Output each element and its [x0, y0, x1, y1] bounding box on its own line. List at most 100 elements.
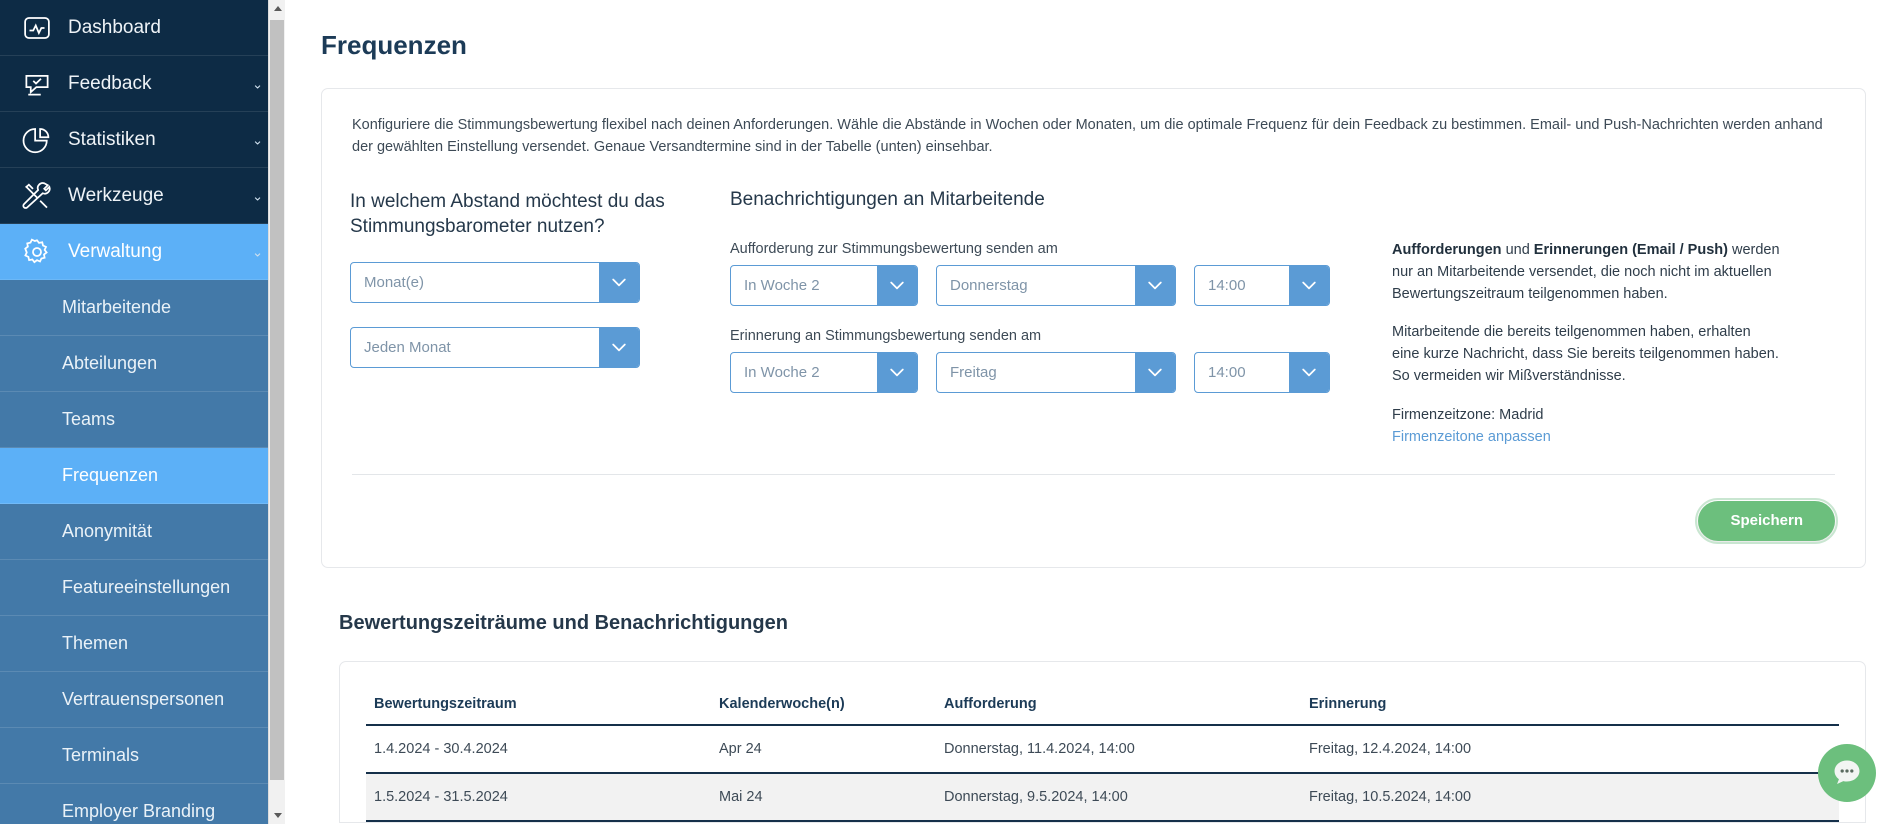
table-body: 1.4.2024 - 30.4.2024 Apr 24 Donnerstag, …	[366, 724, 1839, 822]
sidebar-item-statistiken[interactable]: Statistiken ⌄	[0, 112, 285, 168]
reminder-day-select[interactable]: Freitag	[936, 351, 1176, 393]
cell-erinnerung: Freitag, 12.4.2024, 14:00	[1301, 724, 1839, 774]
chevron-down-icon[interactable]	[1289, 352, 1329, 392]
chevron-down-icon[interactable]	[599, 262, 639, 302]
sidebar-subitem-label: Mitarbeitende	[62, 297, 172, 317]
request-time-select[interactable]: 14:00	[1194, 264, 1330, 306]
sidebar-item-employer-branding[interactable]: Employer Branding	[0, 784, 285, 824]
cell-bewertungszeitraum: 1.5.2024 - 31.5.2024	[366, 772, 711, 822]
scrollbar-thumb[interactable]	[270, 20, 284, 780]
request-week-select[interactable]: In Woche 2	[730, 264, 918, 306]
sidebar-item-feedback[interactable]: Feedback ⌄	[0, 56, 285, 112]
reminder-time-select[interactable]: 14:00	[1194, 351, 1330, 393]
request-day-select[interactable]: Donnerstag	[936, 264, 1176, 306]
sidebar-scrollbar[interactable]	[268, 0, 285, 824]
sidebar-subitem-label: Abteilungen	[62, 353, 158, 373]
info-paragraph-1: Aufforderungen und Erinnerungen (Email /…	[1392, 239, 1782, 306]
table-row: 1.4.2024 - 30.4.2024 Apr 24 Donnerstag, …	[366, 724, 1839, 774]
info-text-mid: und	[1501, 241, 1534, 258]
sidebar-subitem-label: Featureeinstellungen	[62, 577, 231, 597]
sidebar-item-werkzeuge[interactable]: Werkzeuge ⌄	[0, 168, 285, 224]
chevron-down-icon[interactable]	[599, 327, 639, 367]
sidebar-item-mitarbeitende[interactable]: Mitarbeitende	[0, 280, 285, 336]
feedback-icon	[20, 67, 54, 101]
reminder-select-row: In Woche 2 Freitag 14:00	[730, 351, 1370, 393]
sidebar-item-abteilungen[interactable]: Abteilungen	[0, 336, 285, 392]
chevron-down-icon: ⌄	[252, 188, 263, 203]
sidebar-item-verwaltung[interactable]: Verwaltung ⌄	[0, 224, 285, 280]
notifications-section-title: Benachrichtigungen an Mitarbeitende	[730, 188, 1045, 210]
sidebar-primary-nav: Dashboard Feedback ⌄ Statistiken ⌄ Werkz…	[0, 0, 285, 280]
settings-card: Konfiguriere die Stimmungsbewertung flex…	[321, 88, 1866, 568]
sidebar-item-terminals[interactable]: Terminals	[0, 728, 285, 784]
sidebar-item-anonymitaet[interactable]: Anonymität	[0, 504, 285, 560]
sidebar-item-teams[interactable]: Teams	[0, 392, 285, 448]
chat-button[interactable]	[1818, 744, 1876, 802]
save-row: Speichern	[350, 475, 1838, 545]
sidebar-item-frequenzen[interactable]: Frequenzen	[0, 448, 285, 504]
sidebar-subitem-label: Vertrauenspersonen	[62, 689, 225, 709]
interval-column: In welchem Abstand möchtest du das Stimm…	[350, 189, 730, 368]
table-row: 1.5.2024 - 31.5.2024 Mai 24 Donnerstag, …	[366, 772, 1839, 822]
sidebar-subitem-label: Themen	[62, 633, 129, 653]
sidebar-item-label: Verwaltung	[68, 240, 163, 262]
settings-columns: In welchem Abstand möchtest du das Stimm…	[350, 189, 1837, 446]
interval-unit-select[interactable]: Monat(e)	[350, 261, 640, 303]
chevron-down-icon: ⌄	[252, 76, 263, 91]
dashboard-icon	[20, 11, 54, 45]
sidebar-item-featureeinstellungen[interactable]: Featureeinstellungen	[0, 560, 285, 616]
column-header-erinnerung: Erinnerung	[1301, 683, 1839, 726]
scrollbar-up-arrow[interactable]	[269, 0, 285, 17]
tools-icon	[20, 179, 54, 213]
column-header-bewertungszeitraum: Bewertungszeitraum	[366, 683, 711, 726]
interval-frequency-value: Jeden Monat	[364, 338, 451, 356]
gear-icon	[20, 235, 54, 269]
interval-unit-value: Monat(e)	[364, 273, 425, 291]
table-head: Bewertungszeitraum Kalenderwoche(n) Auff…	[366, 683, 1839, 726]
column-header-kalenderwoche: Kalenderwoche(n)	[711, 683, 936, 726]
sidebar-secondary-nav: Mitarbeitende Abteilungen Teams Frequenz…	[0, 280, 285, 824]
sidebar-item-themen[interactable]: Themen	[0, 616, 285, 672]
table-header-row: Bewertungszeitraum Kalenderwoche(n) Auff…	[366, 683, 1839, 726]
chevron-down-icon[interactable]	[877, 352, 917, 392]
cell-kalenderwoche: Apr 24	[711, 724, 936, 774]
chevron-down-icon: ⌄	[252, 244, 263, 259]
chevron-down-icon[interactable]	[1289, 265, 1329, 305]
sidebar-subitem-label: Teams	[62, 409, 116, 429]
sidebar-subitem-label: Frequenzen	[62, 465, 159, 485]
scrollbar-down-arrow[interactable]	[269, 807, 285, 824]
chevron-down-icon[interactable]	[1135, 352, 1175, 392]
info-paragraph-2: Mitarbeitende die bereits teilgenommen h…	[1392, 324, 1779, 385]
cell-bewertungszeitraum: 1.4.2024 - 30.4.2024	[366, 724, 711, 774]
page-title: Frequenzen	[321, 30, 467, 60]
info-bold-aufforderungen: Aufforderungen	[1392, 241, 1502, 258]
notifications-column: Benachrichtigungen an Mitarbeitende Auff…	[730, 189, 1370, 393]
chevron-down-icon[interactable]	[1135, 265, 1175, 305]
main-content: Frequenzen Konfiguriere die Stimmungsbew…	[285, 0, 1902, 824]
timezone-adjust-link[interactable]: Firmenzeitone anpassen	[1392, 429, 1551, 445]
request-field-label: Aufforderung zur Stimmungsbewertung send…	[730, 240, 1058, 257]
table-card: Bewertungszeitraum Kalenderwoche(n) Auff…	[339, 660, 1866, 823]
interval-frequency-select[interactable]: Jeden Monat	[350, 326, 640, 368]
request-week-value: In Woche 2	[744, 276, 820, 294]
reminder-day-value: Freitag	[950, 363, 997, 381]
sidebar-item-vertrauenspersonen[interactable]: Vertrauenspersonen	[0, 672, 285, 728]
cell-erinnerung: Freitag, 10.5.2024, 14:00	[1301, 772, 1839, 822]
timezone-text: Firmenzeitzone: Madrid	[1392, 406, 1544, 423]
chevron-down-icon: ⌄	[252, 132, 263, 147]
sidebar-item-dashboard[interactable]: Dashboard	[0, 0, 285, 56]
reminder-week-select[interactable]: In Woche 2	[730, 351, 918, 393]
app-root: Dashboard Feedback ⌄ Statistiken ⌄ Werkz…	[0, 0, 1902, 824]
sidebar-subitem-label: Terminals	[62, 745, 140, 765]
request-time-value: 14:00	[1208, 276, 1246, 294]
sidebar: Dashboard Feedback ⌄ Statistiken ⌄ Werkz…	[0, 0, 285, 824]
cell-aufforderung: Donnerstag, 11.4.2024, 14:00	[936, 724, 1301, 774]
frequency-table: Bewertungszeitraum Kalenderwoche(n) Auff…	[366, 683, 1839, 822]
save-button[interactable]: Speichern	[1695, 497, 1838, 544]
request-select-row: In Woche 2 Donnerstag 14:00	[730, 264, 1370, 306]
chevron-down-icon[interactable]	[877, 265, 917, 305]
statistics-icon	[20, 123, 54, 157]
chat-bubble-icon	[1830, 756, 1864, 790]
sidebar-item-label: Statistiken	[68, 128, 156, 150]
